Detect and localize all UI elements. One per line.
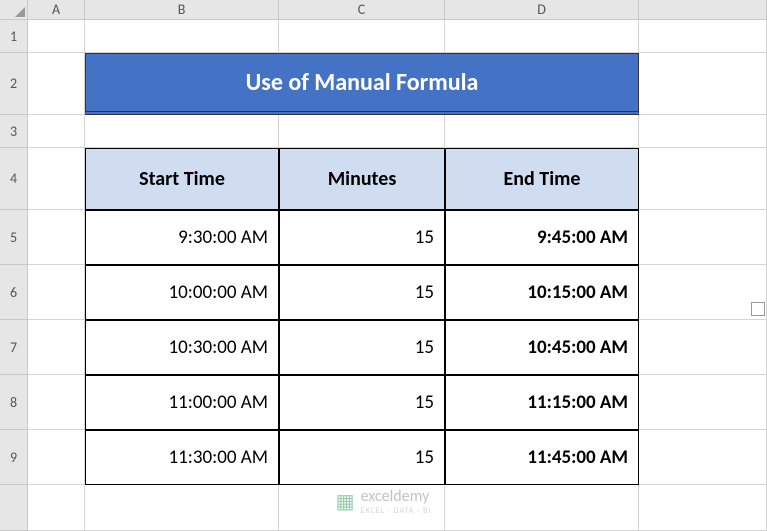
cell-a7[interactable] [28, 320, 85, 375]
col-header-c[interactable]: C [279, 0, 445, 20]
cell-end-0[interactable]: 9:45:00 AM [445, 210, 639, 265]
cell-a6[interactable] [28, 265, 85, 320]
cell-d1[interactable] [445, 20, 639, 53]
excel-icon: ▦ [336, 489, 355, 514]
select-all-corner[interactable] [0, 0, 28, 20]
cell-end-d[interactable] [445, 485, 639, 531]
cell-e5[interactable] [639, 210, 767, 265]
row-header-7[interactable]: 7 [0, 320, 28, 375]
cell-minutes-4[interactable]: 15 [279, 430, 445, 485]
cell-minutes-1[interactable]: 15 [279, 265, 445, 320]
watermark: ▦ exceldemy EXCEL · DATA · BI [336, 487, 432, 516]
cell-minutes-0[interactable]: 15 [279, 210, 445, 265]
row-header-end [0, 485, 28, 531]
title-banner[interactable]: Use of Manual Formula [85, 53, 639, 115]
cell-e8[interactable] [639, 375, 767, 430]
cell-e9[interactable] [639, 430, 767, 485]
header-end-time[interactable]: End Time [445, 148, 639, 210]
row-header-6[interactable]: 6 [0, 265, 28, 320]
cell-c3[interactable] [279, 115, 445, 148]
cell-start-0[interactable]: 9:30:00 AM [85, 210, 279, 265]
cell-end-e[interactable] [639, 485, 767, 531]
cell-e7[interactable] [639, 320, 767, 375]
cell-end-3[interactable]: 11:15:00 AM [445, 375, 639, 430]
cell-a3[interactable] [28, 115, 85, 148]
cell-start-1[interactable]: 10:00:00 AM [85, 265, 279, 320]
row-header-9[interactable]: 9 [0, 430, 28, 485]
col-header-d[interactable]: D [445, 0, 639, 20]
cell-start-4[interactable]: 11:30:00 AM [85, 430, 279, 485]
fill-handle-icon[interactable] [751, 302, 765, 316]
spreadsheet-grid: A B C D 1 2 Use of Manual Formula 3 4 St… [0, 0, 767, 531]
col-header-b[interactable]: B [85, 0, 279, 20]
cell-a8[interactable] [28, 375, 85, 430]
cell-end-a[interactable] [28, 485, 85, 531]
cell-b3[interactable] [85, 115, 279, 148]
watermark-text: exceldemy [361, 487, 432, 506]
cell-end-2[interactable]: 10:45:00 AM [445, 320, 639, 375]
cell-a1[interactable] [28, 20, 85, 53]
row-header-1[interactable]: 1 [0, 20, 28, 53]
cell-d3[interactable] [445, 115, 639, 148]
col-header-end [639, 0, 767, 20]
cell-a9[interactable] [28, 430, 85, 485]
cell-e1[interactable] [639, 20, 767, 53]
cell-start-3[interactable]: 11:00:00 AM [85, 375, 279, 430]
row-header-4[interactable]: 4 [0, 148, 28, 210]
cell-e6[interactable] [639, 265, 767, 320]
cell-b1[interactable] [85, 20, 279, 53]
cell-e4[interactable] [639, 148, 767, 210]
cell-a5[interactable] [28, 210, 85, 265]
header-start-time[interactable]: Start Time [85, 148, 279, 210]
cell-e2[interactable] [639, 53, 767, 115]
header-minutes[interactable]: Minutes [279, 148, 445, 210]
cell-a4[interactable] [28, 148, 85, 210]
row-header-3[interactable]: 3 [0, 115, 28, 148]
watermark-sub: EXCEL · DATA · BI [361, 506, 432, 516]
cell-a2[interactable] [28, 53, 85, 115]
cell-end-b[interactable] [85, 485, 279, 531]
col-header-a[interactable]: A [28, 0, 85, 20]
row-header-5[interactable]: 5 [0, 210, 28, 265]
cell-start-2[interactable]: 10:30:00 AM [85, 320, 279, 375]
cell-end-1[interactable]: 10:15:00 AM [445, 265, 639, 320]
row-header-8[interactable]: 8 [0, 375, 28, 430]
cell-c1[interactable] [279, 20, 445, 53]
row-header-2[interactable]: 2 [0, 53, 28, 115]
cell-minutes-2[interactable]: 15 [279, 320, 445, 375]
cell-e3[interactable] [639, 115, 767, 148]
cell-end-4[interactable]: 11:45:00 AM [445, 430, 639, 485]
cell-minutes-3[interactable]: 15 [279, 375, 445, 430]
